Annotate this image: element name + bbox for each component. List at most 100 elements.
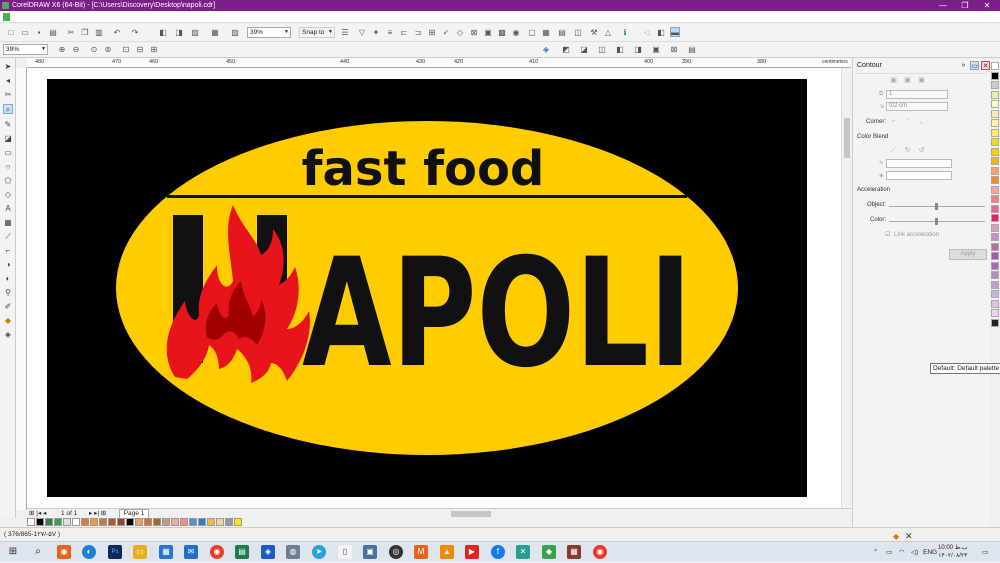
vertical-scroll-thumb[interactable] xyxy=(844,118,850,158)
palette-swatch[interactable] xyxy=(72,518,80,526)
bitmap-icon[interactable]: ▦ xyxy=(541,28,551,38)
divider-line[interactable] xyxy=(167,195,687,198)
browser-icon[interactable]: ◉ xyxy=(57,545,71,559)
undo-icon[interactable]: ↶ xyxy=(112,28,122,38)
new-document-icon[interactable]: □ xyxy=(6,28,16,38)
palette-swatch[interactable] xyxy=(991,318,999,327)
zoom-out-icon[interactable]: ⊖ xyxy=(71,45,81,55)
shield-icon[interactable]: ◈ xyxy=(261,545,275,559)
text-tool-icon[interactable]: A xyxy=(3,204,13,214)
input-language[interactable]: ENG xyxy=(923,542,937,563)
palette-swatch[interactable] xyxy=(171,518,179,526)
palette-swatch[interactable] xyxy=(27,518,35,526)
trim-icon[interactable]: ◩ xyxy=(561,45,571,55)
align-center-icon[interactable]: ⊐ xyxy=(413,28,423,38)
create-boundary-icon[interactable]: ▣ xyxy=(651,45,661,55)
to-center-icon[interactable]: ▣ xyxy=(889,76,898,85)
palette-swatch[interactable] xyxy=(991,309,999,317)
smart-fill-tool-icon[interactable]: ◪ xyxy=(3,134,13,144)
palette-swatch[interactable] xyxy=(991,271,999,279)
list-icon[interactable]: ≡ xyxy=(385,28,395,38)
tray-chevron-icon[interactable]: ⌃ xyxy=(873,542,878,563)
palette-swatch[interactable] xyxy=(991,138,999,146)
interactive-fill-tool-icon[interactable]: ◈ xyxy=(3,330,13,340)
offset-input[interactable]: 0/2 cm xyxy=(886,102,948,111)
transform-icon[interactable]: ⊠ xyxy=(469,28,479,38)
network-tool-icon[interactable]: ▣ xyxy=(363,545,377,559)
outline-color-picker[interactable] xyxy=(886,159,952,168)
palette-swatch[interactable] xyxy=(991,204,999,213)
zoom-in-icon[interactable]: ⊕ xyxy=(57,45,67,55)
palette-swatch[interactable] xyxy=(81,518,89,526)
linear-blend-icon[interactable]: ⟋ xyxy=(889,146,898,155)
freehand-tool-icon[interactable]: ✎ xyxy=(3,120,13,130)
palette-swatch[interactable] xyxy=(991,299,999,308)
export-icon[interactable]: ◨ xyxy=(174,28,184,38)
taskbar-clock[interactable]: 10:00 ب.ظ ۱۴۰۲/۰۸/۲۳ xyxy=(938,544,968,560)
zoom-height-icon[interactable]: ⊞ xyxy=(149,45,159,55)
palette-swatch[interactable] xyxy=(991,242,999,251)
docker-expand-icon[interactable]: » xyxy=(959,61,968,70)
publish-pdf-icon[interactable]: ▧ xyxy=(190,28,200,38)
palette-swatch[interactable] xyxy=(198,518,206,526)
text-frame-icon[interactable]: ▤ xyxy=(557,28,567,38)
align-distribute-icon[interactable]: ⊠ xyxy=(669,45,679,55)
vlc-icon[interactable]: ▲ xyxy=(440,545,454,559)
zoom-tool-icon[interactable]: ⌕ xyxy=(3,104,13,114)
facebook-icon[interactable]: f xyxy=(491,545,505,559)
vertical-ruler[interactable] xyxy=(16,68,27,510)
fill-color-picker[interactable] xyxy=(886,171,952,180)
palette-swatch[interactable] xyxy=(63,518,71,526)
object-acceleration-knob[interactable] xyxy=(935,203,938,210)
apply-button[interactable]: Apply xyxy=(949,249,987,260)
rectangle-tool-icon[interactable]: ▭ xyxy=(3,148,13,158)
volume-icon[interactable]: ◁) xyxy=(911,542,918,563)
drawing-canvas[interactable]: fast food APOLI xyxy=(27,68,841,508)
save-icon[interactable]: ▪ xyxy=(34,28,44,38)
steps-input[interactable]: 1 xyxy=(886,90,948,99)
palette-swatch[interactable] xyxy=(991,290,999,298)
application-launcher-icon[interactable]: ▦ xyxy=(210,28,220,38)
palette-swatch[interactable] xyxy=(207,518,215,526)
terminal-icon[interactable]: ✕ xyxy=(516,545,530,559)
options-icon[interactable]: ☰ xyxy=(340,28,350,38)
redo-icon[interactable]: ↷ xyxy=(130,28,140,38)
counterclockwise-blend-icon[interactable]: ↺ xyxy=(917,146,926,155)
vertical-scrollbar[interactable] xyxy=(841,68,851,508)
horizontal-ruler[interactable]: 480 470 460 450 440 430 420 410 400 390 … xyxy=(27,58,851,68)
cut-icon[interactable]: ✂ xyxy=(66,28,76,38)
palette-swatch[interactable] xyxy=(991,223,999,232)
palette-swatch[interactable] xyxy=(991,71,999,80)
palette-swatch[interactable] xyxy=(991,261,999,270)
link-acceleration-checkbox[interactable]: ☑ xyxy=(885,231,890,238)
palette-swatch[interactable] xyxy=(991,62,999,70)
zoom-all-icon[interactable]: ⊚ xyxy=(103,45,113,55)
mail-client-icon[interactable]: M xyxy=(414,545,428,559)
game-controller-icon[interactable]: ◍ xyxy=(286,545,300,559)
back-one-icon[interactable]: ◁ xyxy=(642,28,652,38)
network-icon[interactable]: ▭ xyxy=(886,542,892,563)
maximize-button[interactable]: ❐ xyxy=(954,0,976,11)
frame-icon[interactable]: ▢ xyxy=(527,28,537,38)
print-icon[interactable]: ▤ xyxy=(48,28,58,38)
eyedropper-tool-icon[interactable]: ⚲ xyxy=(3,288,13,298)
zoom-page-icon[interactable]: ⊡ xyxy=(121,45,131,55)
front-minus-back-icon[interactable]: ◧ xyxy=(615,45,625,55)
import-icon[interactable]: ◧ xyxy=(158,28,168,38)
color-acceleration-knob[interactable] xyxy=(935,218,938,225)
telegram-icon[interactable]: ➤ xyxy=(312,545,326,559)
notifications-icon[interactable]: ▭ xyxy=(982,542,988,563)
dimension-tool-icon[interactable]: ⟋ xyxy=(3,232,13,242)
shape-tool-icon[interactable]: ◂ xyxy=(3,76,13,86)
copy-icon[interactable]: ❐ xyxy=(80,28,90,38)
outline-tool-icon[interactable]: ✐ xyxy=(3,302,13,312)
youtube-icon[interactable]: ▶ xyxy=(465,545,479,559)
palette-swatch[interactable] xyxy=(991,176,999,184)
coreldraw-taskbar-icon[interactable]: ◆ xyxy=(542,545,556,559)
palette-swatch[interactable] xyxy=(54,518,62,526)
simplify-icon[interactable]: ◫ xyxy=(597,45,607,55)
horizontal-scroll-thumb[interactable] xyxy=(451,511,491,517)
palette-swatch[interactable] xyxy=(225,518,233,526)
photoshop-icon[interactable]: Ps xyxy=(108,545,122,559)
palette-swatch[interactable] xyxy=(144,518,152,526)
